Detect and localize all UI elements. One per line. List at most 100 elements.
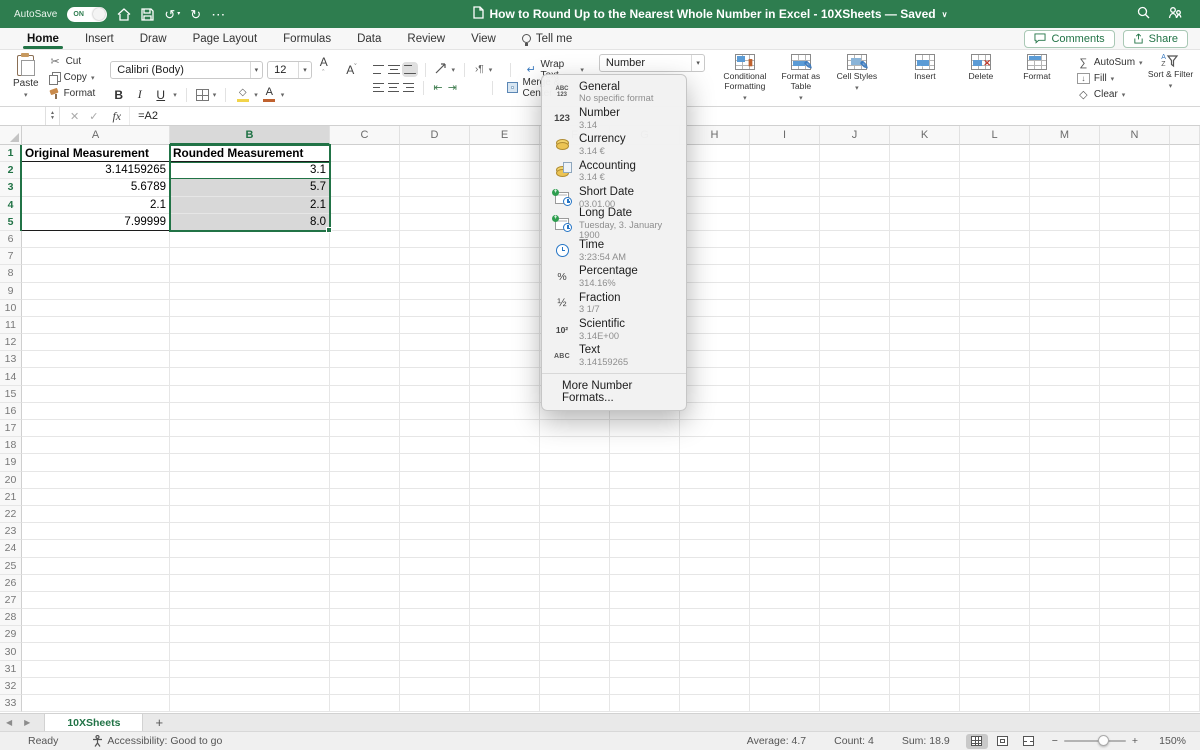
row-header-33[interactable]: 33 (0, 695, 22, 712)
tab-home[interactable]: Home (14, 28, 72, 49)
cell-F19[interactable] (540, 454, 610, 471)
column-header-B[interactable]: B (170, 126, 330, 145)
cell-F21[interactable] (540, 489, 610, 506)
zoom-knob[interactable] (1098, 735, 1109, 746)
cell-J31[interactable] (820, 661, 890, 678)
cell-J15[interactable] (820, 386, 890, 403)
cell-I28[interactable] (750, 609, 820, 626)
cell-D22[interactable] (400, 506, 470, 523)
cell-L10[interactable] (960, 300, 1030, 317)
cell-C31[interactable] (330, 661, 400, 678)
cell-D2[interactable] (400, 162, 470, 179)
cell-N2[interactable] (1100, 162, 1170, 179)
cell-F18[interactable] (540, 437, 610, 454)
cell-K17[interactable] (890, 420, 960, 437)
zoom-level[interactable]: 150% (1148, 735, 1186, 747)
cell[interactable] (1170, 420, 1200, 437)
cell-C3[interactable] (330, 179, 400, 196)
cell-A7[interactable] (22, 248, 170, 265)
cell-C1[interactable] (330, 145, 400, 162)
cell-C6[interactable] (330, 231, 400, 248)
cell-B27[interactable] (170, 592, 330, 609)
cell-C8[interactable] (330, 265, 400, 282)
cell-A14[interactable] (22, 368, 170, 385)
tab-tell-me[interactable]: Tell me (509, 28, 585, 49)
cell-C33[interactable] (330, 695, 400, 712)
cell-G20[interactable] (610, 472, 680, 489)
cell-C11[interactable] (330, 317, 400, 334)
cell-A12[interactable] (22, 334, 170, 351)
cell-L19[interactable] (960, 454, 1030, 471)
cell-E13[interactable] (470, 351, 540, 368)
cell-I6[interactable] (750, 231, 820, 248)
cell-M3[interactable] (1030, 179, 1100, 196)
cell-L2[interactable] (960, 162, 1030, 179)
cell-D29[interactable] (400, 626, 470, 643)
row-header-6[interactable]: 6 (0, 231, 22, 248)
cell-L15[interactable] (960, 386, 1030, 403)
column-header-partial[interactable] (1170, 126, 1200, 145)
cell-G19[interactable] (610, 454, 680, 471)
cell-M21[interactable] (1030, 489, 1100, 506)
clear-button[interactable]: ◇Clear▾ (1077, 87, 1125, 102)
cell-M4[interactable] (1030, 197, 1100, 214)
cell[interactable] (1170, 454, 1200, 471)
cell[interactable] (1170, 506, 1200, 523)
cell-N14[interactable] (1100, 368, 1170, 385)
cell-A28[interactable] (22, 609, 170, 626)
cell-J33[interactable] (820, 695, 890, 712)
row-header-12[interactable]: 12 (0, 334, 22, 351)
cell[interactable] (1170, 592, 1200, 609)
column-header-J[interactable]: J (820, 126, 890, 145)
cell-N25[interactable] (1100, 558, 1170, 575)
row-header-24[interactable]: 24 (0, 540, 22, 557)
cell-D28[interactable] (400, 609, 470, 626)
format-painter-button[interactable]: Format (46, 86, 99, 101)
row-header-11[interactable]: 11 (0, 317, 22, 334)
row-header-18[interactable]: 18 (0, 437, 22, 454)
cell-C32[interactable] (330, 678, 400, 695)
cell-L12[interactable] (960, 334, 1030, 351)
cell-J1[interactable] (820, 145, 890, 162)
cell-K21[interactable] (890, 489, 960, 506)
cell[interactable] (1170, 317, 1200, 334)
cell-A9[interactable] (22, 283, 170, 300)
cell[interactable] (1170, 523, 1200, 540)
cell-G33[interactable] (610, 695, 680, 712)
cell-F28[interactable] (540, 609, 610, 626)
cell[interactable] (1170, 214, 1200, 231)
cell-N22[interactable] (1100, 506, 1170, 523)
align-center-button[interactable] (388, 82, 399, 93)
cell[interactable] (1170, 248, 1200, 265)
align-right-button[interactable] (403, 82, 414, 93)
zoom-in-icon[interactable]: + (1132, 735, 1138, 747)
cell-C25[interactable] (330, 558, 400, 575)
cell-M23[interactable] (1030, 523, 1100, 540)
row-header-30[interactable]: 30 (0, 643, 22, 660)
cell-I27[interactable] (750, 592, 820, 609)
cell-H23[interactable] (680, 523, 750, 540)
cell[interactable] (1170, 231, 1200, 248)
cell-H24[interactable] (680, 540, 750, 557)
cell-E10[interactable] (470, 300, 540, 317)
cell-E30[interactable] (470, 643, 540, 660)
cell-G26[interactable] (610, 575, 680, 592)
cell-D23[interactable] (400, 523, 470, 540)
name-box[interactable] (0, 107, 46, 125)
page-break-view-button[interactable] (1018, 734, 1040, 749)
cell-K3[interactable] (890, 179, 960, 196)
cell-L1[interactable] (960, 145, 1030, 162)
normal-view-button[interactable] (966, 734, 988, 749)
cell-B11[interactable] (170, 317, 330, 334)
cell-I16[interactable] (750, 403, 820, 420)
cell-A11[interactable] (22, 317, 170, 334)
cell-H22[interactable] (680, 506, 750, 523)
cell-L5[interactable] (960, 214, 1030, 231)
decrease-indent-button[interactable]: ⇤ (433, 81, 443, 94)
format-option-general[interactable]: ABC123GeneralNo specific format (542, 79, 686, 105)
cell-N15[interactable] (1100, 386, 1170, 403)
cell-I20[interactable] (750, 472, 820, 489)
row-header-7[interactable]: 7 (0, 248, 22, 265)
cell-J32[interactable] (820, 678, 890, 695)
cell-N30[interactable] (1100, 643, 1170, 660)
